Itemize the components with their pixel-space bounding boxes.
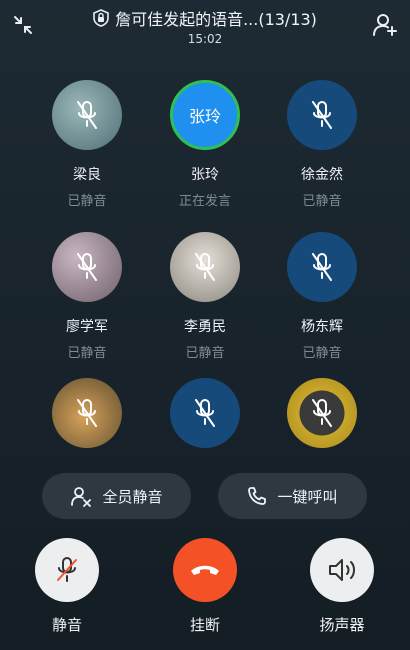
participant-name: 廖学军	[66, 319, 108, 335]
call-title-area: 詹可佳发起的语音...(13/13) 15:02	[60, 6, 350, 46]
mute-label: 静音	[51, 616, 82, 634]
mute-control[interactable]: 静音	[22, 538, 112, 635]
add-user-icon	[373, 14, 397, 36]
mute-all-button[interactable]: 全员静音	[42, 473, 191, 519]
participant-status: 已静音	[185, 346, 225, 361]
muted-mic-icon	[195, 253, 215, 281]
participant-tile[interactable]	[145, 378, 265, 448]
participant-status: 正在发言	[178, 194, 231, 209]
minimize-call-button[interactable]	[12, 14, 34, 36]
participant-tile[interactable]: 李勇民 已静音	[145, 232, 265, 361]
muted-mic-icon	[77, 101, 97, 129]
participant-tile[interactable]	[27, 378, 147, 448]
call-title: 詹可佳发起的语音...(13/13)	[115, 10, 317, 29]
muted-mic-icon	[312, 399, 332, 427]
avatar: 张玲	[170, 80, 240, 150]
muted-mic-icon	[312, 101, 332, 129]
call-all-button[interactable]: 一键呼叫	[218, 473, 367, 519]
avatar	[170, 378, 240, 448]
speaker-button[interactable]	[310, 538, 374, 602]
participant-status: 已静音	[67, 346, 107, 361]
speaker-icon	[329, 559, 355, 581]
participant-status: 已静音	[302, 194, 342, 209]
avatar	[170, 232, 240, 302]
hangup-control[interactable]: 挂断	[160, 538, 250, 635]
phone-icon	[248, 487, 267, 505]
avatar	[287, 232, 357, 302]
call-all-label: 一键呼叫	[277, 487, 338, 506]
muted-mic-icon	[195, 399, 215, 427]
participant-tile[interactable]: 廖学军 已静音	[27, 232, 147, 361]
speaker-control[interactable]: 扬声器	[297, 538, 387, 635]
avatar	[52, 232, 122, 302]
participant-tile[interactable]: 梁良 已静音	[27, 80, 147, 209]
participant-name: 杨东辉	[301, 319, 343, 335]
participant-tile[interactable]: 张玲 张玲 正在发言	[145, 80, 265, 209]
muted-mic-icon	[77, 253, 97, 281]
avatar-text: 张玲	[188, 107, 221, 126]
add-member-button[interactable]	[372, 12, 398, 38]
lock-icon	[93, 9, 109, 27]
mute-button[interactable]	[35, 538, 99, 602]
mute-all-icon	[71, 487, 92, 507]
participant-name: 张玲	[191, 167, 219, 183]
speaker-label: 扬声器	[319, 616, 365, 634]
avatar	[287, 80, 357, 150]
muted-mic-icon	[312, 253, 332, 281]
participant-name: 徐金然	[301, 167, 343, 183]
hangup-label: 挂断	[189, 616, 220, 634]
participant-status: 已静音	[67, 194, 107, 209]
hangup-button[interactable]	[173, 538, 237, 602]
participant-status: 已静音	[302, 346, 342, 361]
muted-mic-icon	[77, 399, 97, 427]
muted-mic-icon	[57, 557, 77, 582]
participant-tile[interactable]: 徐金然 已静音	[262, 80, 382, 209]
collapse-arrows-icon	[14, 16, 32, 34]
mute-all-label: 全员静音	[102, 487, 163, 506]
avatar	[52, 378, 122, 448]
avatar	[287, 378, 357, 448]
participant-tile[interactable]: 杨东辉 已静音	[262, 232, 382, 361]
hangup-phone-icon	[191, 565, 219, 575]
call-time: 15:02	[187, 32, 223, 46]
participant-name: 李勇民	[184, 319, 226, 335]
avatar	[52, 80, 122, 150]
participant-tile[interactable]	[262, 378, 382, 448]
top-bar: 詹可佳发起的语音...(13/13) 15:02	[0, 0, 410, 52]
participant-name: 梁良	[73, 167, 101, 183]
